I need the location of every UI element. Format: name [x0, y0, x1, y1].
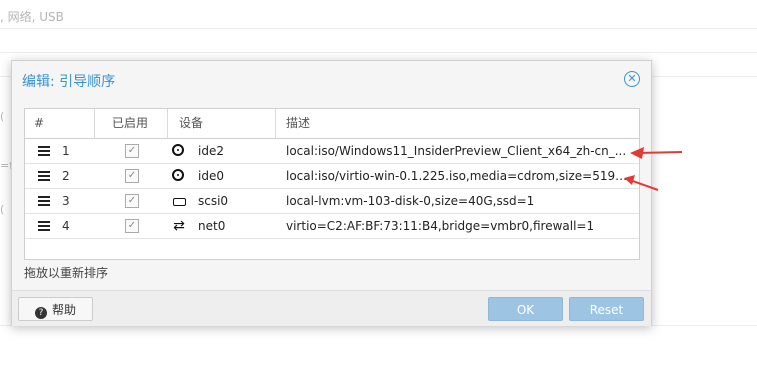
enabled-checkbox[interactable]: ✓	[125, 144, 139, 158]
close-icon[interactable]: ✕	[624, 71, 640, 87]
network-exchange-icon: ⇄	[173, 218, 185, 234]
device-name: scsi0	[198, 194, 229, 208]
device-description: virtio=C2:AF:BF:73:11:B4,bridge=vmbr0,fi…	[286, 219, 595, 233]
drag-handle-icon[interactable]	[38, 146, 50, 156]
enabled-checkbox[interactable]: ✓	[125, 219, 139, 233]
column-header-index[interactable]: #	[34, 109, 44, 138]
background-fragment: (	[0, 203, 5, 216]
device-description: local:iso/Windows11_InsiderPreview_Clien…	[286, 144, 627, 158]
background-hint: , 网络, USB	[0, 10, 64, 24]
device-name: net0	[198, 219, 226, 233]
background-row	[0, 28, 757, 53]
cdrom-icon	[172, 144, 184, 156]
drag-handle-icon[interactable]	[38, 171, 50, 181]
background-fragment: (	[0, 110, 5, 123]
row-index: 2	[62, 169, 70, 183]
table-row[interactable]: 4 ✓ ⇄ net0 virtio=C2:AF:BF:73:11:B4,brid…	[25, 214, 639, 239]
row-index: 1	[62, 144, 70, 158]
device-description: local:iso/virtio-win-0.1.225.iso,media=c…	[286, 169, 631, 183]
drag-handle-icon[interactable]	[38, 196, 50, 206]
dialog-header: 编辑: 引导顺序 ✕	[12, 61, 651, 99]
help-button-label: 帮助	[51, 303, 76, 317]
question-icon: ?	[34, 307, 47, 319]
ok-button[interactable]: OK	[488, 297, 563, 321]
harddisk-icon	[173, 198, 186, 206]
table-row[interactable]: 2 ✓ ide0 local:iso/virtio-win-0.1.225.is…	[25, 164, 639, 189]
reset-button[interactable]: Reset	[569, 297, 644, 321]
device-name: ide2	[198, 144, 224, 158]
arrow-icon	[624, 175, 659, 191]
grid-header: # 已启用 设备 描述	[25, 109, 639, 139]
device-description: local-lvm:vm-103-disk-0,size=40G,ssd=1	[286, 194, 535, 208]
arrow-icon	[630, 147, 683, 159]
column-divider	[94, 109, 95, 138]
row-index: 4	[62, 219, 70, 233]
drag-handle-icon[interactable]	[38, 221, 50, 231]
enabled-checkbox[interactable]: ✓	[125, 194, 139, 208]
help-button[interactable]: ? 帮助	[18, 297, 93, 321]
row-index: 3	[62, 194, 70, 208]
table-row[interactable]: 1 ✓ ide2 local:iso/Windows11_InsiderPrev…	[25, 139, 639, 164]
drag-hint: 拖放以重新排序	[24, 266, 109, 280]
column-header-description[interactable]: 描述	[286, 109, 310, 138]
column-divider	[275, 109, 276, 138]
column-header-enabled[interactable]: 已启用	[112, 109, 148, 138]
cdrom-icon	[172, 169, 184, 181]
background-row	[0, 0, 757, 29]
column-divider	[167, 109, 168, 138]
boot-order-dialog: 编辑: 引导顺序 ✕ # 已启用 设备 描述 1 ✓ ide2 local:is…	[11, 60, 652, 326]
table-row[interactable]: 3 ✓ scsi0 local-lvm:vm-103-disk-0,size=4…	[25, 189, 639, 214]
column-header-device[interactable]: 设备	[179, 109, 203, 138]
dialog-title: 编辑: 引导顺序	[22, 74, 116, 90]
enabled-checkbox[interactable]: ✓	[125, 169, 139, 183]
annotation-arrows	[624, 147, 683, 191]
device-name: ide0	[198, 169, 224, 183]
boot-order-grid: # 已启用 设备 描述 1 ✓ ide2 local:iso/Windows11…	[24, 108, 640, 260]
dialog-footer: ? 帮助 OK Reset	[12, 290, 651, 326]
